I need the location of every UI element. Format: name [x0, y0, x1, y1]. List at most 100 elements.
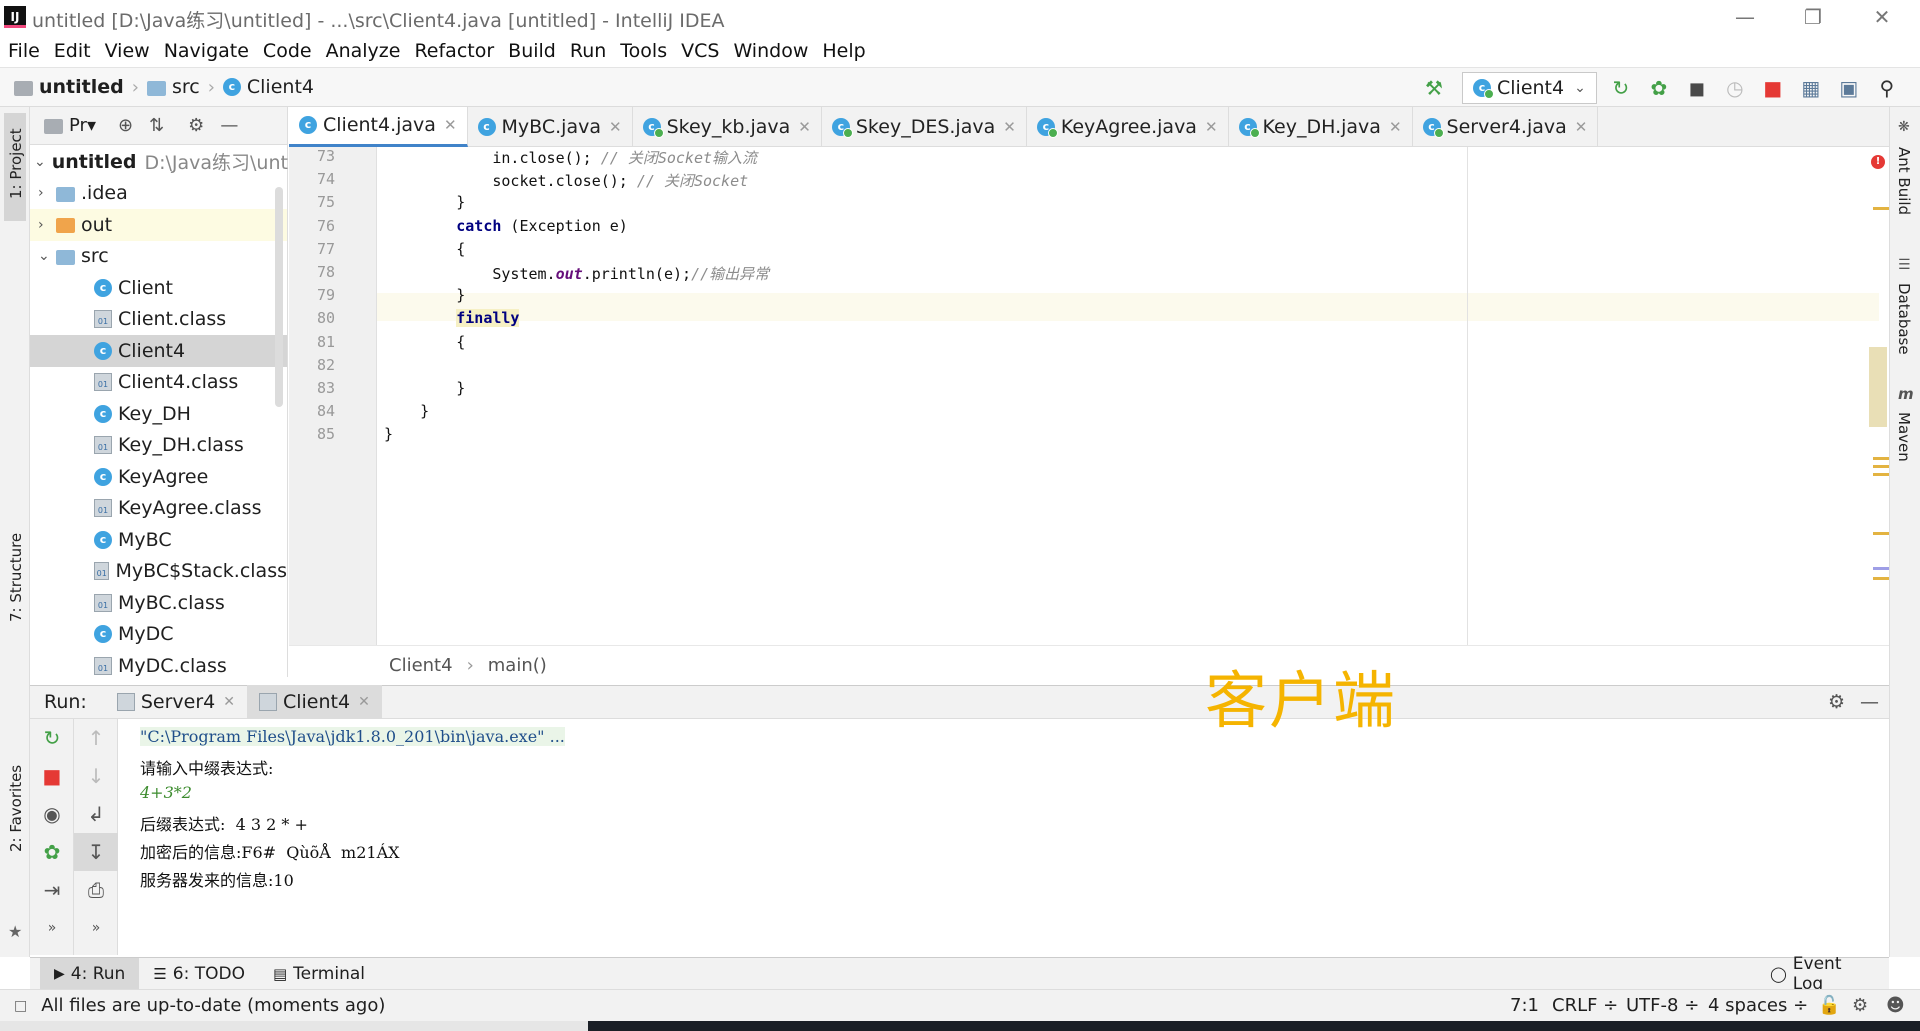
tree-item[interactable]: › out	[30, 209, 287, 241]
tree-item[interactable]: ⌄ src	[30, 241, 287, 273]
stop-icon[interactable]: ■	[1759, 74, 1787, 102]
more-icon[interactable]: »	[30, 909, 74, 947]
close-tab-icon[interactable]: ✕	[1575, 118, 1588, 136]
run-tab-server4[interactable]: Server4 ✕	[105, 685, 247, 719]
close-tab-icon[interactable]: ✕	[223, 694, 235, 710]
tab-skey-kb[interactable]: c Skey_kb.java ✕	[633, 106, 822, 147]
tree-item[interactable]: 01 Key_DH.class	[30, 430, 287, 462]
tab-server4[interactable]: c Server4.java ✕	[1413, 106, 1599, 147]
menu-help[interactable]: Help	[822, 40, 865, 62]
close-icon[interactable]: ✕	[1862, 4, 1902, 30]
crumb-class[interactable]: Client4	[247, 76, 314, 98]
database-tool-label[interactable]: Database	[1895, 283, 1913, 355]
tree-item[interactable]: 01 MyDC.class	[30, 650, 287, 682]
code-line[interactable]: in.close(); // 关闭Socket输入流	[384, 147, 757, 168]
collapse-icon[interactable]: ⇅	[149, 115, 164, 136]
ant-build-tool-label[interactable]: Ant Build	[1895, 147, 1913, 215]
menu-refactor[interactable]: Refactor	[414, 40, 494, 62]
minimize-icon[interactable]: —	[1725, 4, 1765, 30]
tree-item[interactable]: 01 MyBC.class	[30, 587, 287, 619]
code-line[interactable]: catch (Exception e)	[384, 217, 628, 235]
tree-item[interactable]: c Client4	[30, 335, 287, 367]
tool-terminal-button[interactable]: ▤ Terminal	[259, 958, 379, 990]
tool-todo-button[interactable]: ☰ 6: TODO	[139, 958, 259, 990]
structure-tool-label[interactable]: 7: Structure	[7, 533, 25, 622]
hide-panel-icon[interactable]: —	[1860, 691, 1879, 713]
code-line[interactable]: {	[384, 333, 465, 351]
locate-icon[interactable]: ⊕	[118, 115, 133, 136]
project-view-select[interactable]: Pr▾	[69, 115, 96, 136]
menu-file[interactable]: File	[8, 40, 40, 62]
close-tab-icon[interactable]: ✕	[1205, 118, 1218, 136]
file-encoding[interactable]: UTF-8 ÷	[1626, 995, 1699, 1016]
tab-skey-des[interactable]: c Skey_DES.java ✕	[822, 106, 1027, 147]
favorites-tool-label[interactable]: 2: Favorites	[7, 765, 25, 852]
menu-run[interactable]: Run	[570, 40, 606, 62]
tree-scrollbar[interactable]	[275, 187, 283, 407]
print-icon[interactable]: ⎙	[74, 871, 118, 909]
tree-item[interactable]: › .idea	[30, 178, 287, 210]
close-tab-icon[interactable]: ✕	[444, 116, 457, 134]
code-line[interactable]: }	[384, 402, 429, 420]
expanded-arrow-icon[interactable]: ⌄	[38, 248, 56, 264]
more-icon[interactable]: »	[74, 909, 118, 947]
up-arrow-icon[interactable]: ↑	[74, 719, 118, 757]
rerun-icon[interactable]: ↻	[1607, 74, 1635, 102]
inspection-icon[interactable]: ⚙	[1852, 995, 1868, 1016]
menu-view[interactable]: View	[105, 40, 150, 62]
gear-icon[interactable]: ⚙	[1828, 691, 1845, 713]
gear-icon[interactable]: ⚙	[188, 115, 204, 136]
rerun-icon[interactable]: ↻	[30, 719, 74, 757]
debug-bug-icon[interactable]: ✿	[30, 833, 74, 871]
close-tab-icon[interactable]: ✕	[1003, 118, 1016, 136]
collapsed-arrow-icon[interactable]: ›	[38, 217, 56, 233]
warning-marker[interactable]	[1873, 465, 1889, 468]
tab-client4[interactable]: c Client4.java ✕	[289, 106, 468, 147]
close-tab-icon[interactable]: ✕	[1389, 118, 1402, 136]
menu-edit[interactable]: Edit	[54, 40, 91, 62]
warning-marker[interactable]	[1873, 532, 1889, 535]
crumb-src[interactable]: src	[172, 76, 200, 98]
line-separator[interactable]: CRLF ÷	[1552, 995, 1618, 1016]
menu-build[interactable]: Build	[508, 40, 556, 62]
editor-scroll-thumb[interactable]	[1869, 347, 1887, 427]
down-arrow-icon[interactable]: ↓	[74, 757, 118, 795]
status-message[interactable]: All files are up-to-date (moments ago)	[41, 995, 385, 1016]
tree-item[interactable]: c MyDC	[30, 619, 287, 651]
profile-icon[interactable]: ◷	[1721, 74, 1749, 102]
close-tab-icon[interactable]: ✕	[609, 118, 622, 136]
close-tab-icon[interactable]: ✕	[358, 694, 370, 710]
warning-marker[interactable]	[1873, 207, 1889, 210]
warning-marker[interactable]	[1873, 457, 1889, 460]
tree-item[interactable]: 01 KeyAgree.class	[30, 493, 287, 525]
camera-icon[interactable]: ◉	[30, 795, 74, 833]
warning-marker[interactable]	[1873, 577, 1889, 580]
code-line[interactable]: }	[384, 425, 393, 443]
layout-toggle-icon[interactable]: □	[14, 998, 27, 1014]
hide-panel-icon[interactable]: —	[220, 115, 238, 136]
tree-item[interactable]: 01 Client.class	[30, 304, 287, 336]
warning-marker[interactable]	[1873, 473, 1889, 476]
lock-icon[interactable]: 🔓	[1818, 995, 1840, 1016]
tab-keyagree[interactable]: c KeyAgree.java ✕	[1027, 106, 1229, 147]
tree-root[interactable]: ⌄ untitled D:\Java练习\untitl	[30, 146, 306, 178]
debug-bug-icon[interactable]: ✿	[1645, 74, 1673, 102]
search-everywhere-icon[interactable]: ⚲	[1873, 74, 1901, 102]
tree-item[interactable]: c MyBC	[30, 524, 287, 556]
info-marker[interactable]	[1873, 567, 1889, 570]
code-line[interactable]: socket.close(); // 关闭Socket	[384, 170, 748, 191]
tree-item[interactable]: 01 Client4.class	[30, 367, 287, 399]
error-indicator-icon[interactable]: !	[1871, 155, 1885, 169]
notifications-icon[interactable]: ☻	[1886, 995, 1905, 1016]
code-editor[interactable]: 73 74 75 76 77 78 79 80 81 82 83 84 85 in.close(); /…	[289, 147, 1889, 645]
stop-icon[interactable]: ■	[30, 757, 74, 795]
collapsed-arrow-icon[interactable]: ›	[38, 185, 56, 201]
code-line[interactable]: {	[384, 240, 465, 258]
caret-position[interactable]: 7:1	[1510, 995, 1539, 1016]
run-config-select[interactable]: c Client4 ⌄	[1462, 72, 1597, 104]
indent-setting[interactable]: 4 spaces ÷	[1708, 995, 1808, 1016]
tree-item[interactable]: c Key_DH	[30, 398, 287, 430]
taskbar-search-area[interactable]	[0, 1021, 588, 1031]
tree-item[interactable]: 01 MyBC$Stack.class	[30, 556, 287, 588]
code-line[interactable]: }	[384, 379, 465, 397]
